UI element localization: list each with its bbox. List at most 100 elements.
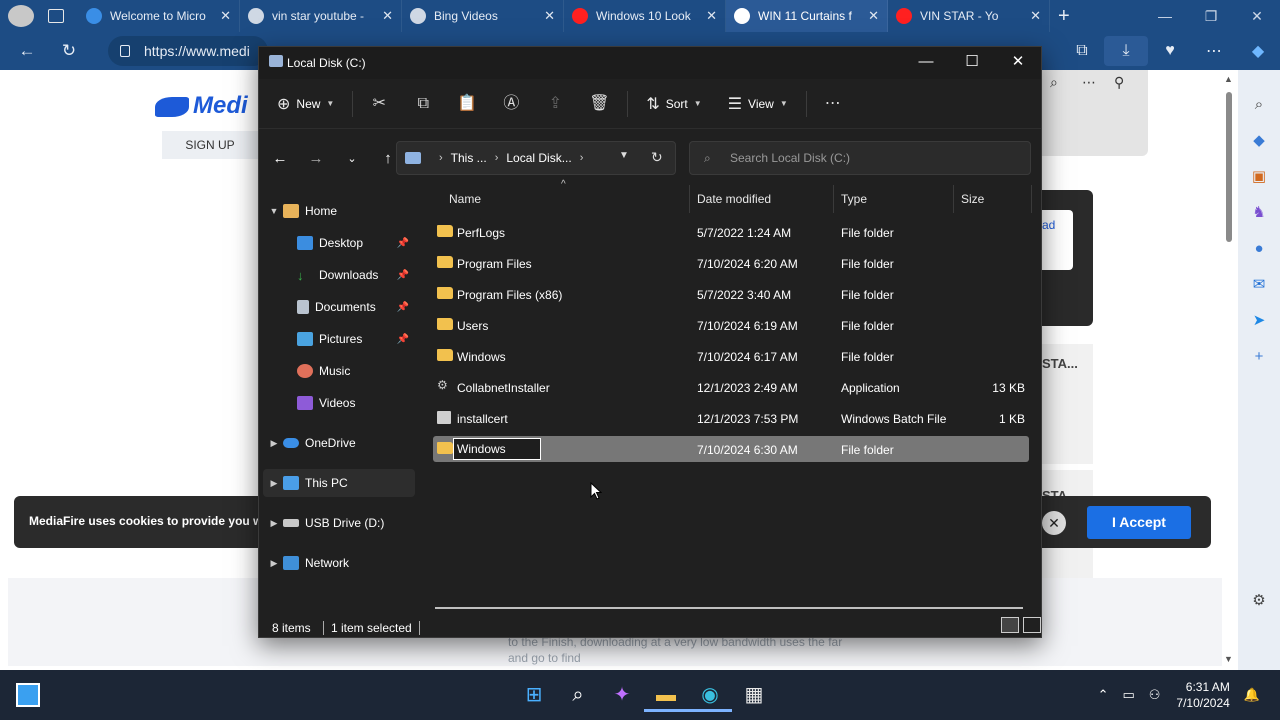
close-tab-icon[interactable]: ✕ <box>1030 8 1041 24</box>
column-divider[interactable] <box>1031 185 1032 213</box>
pin-icon[interactable]: 📌 <box>397 334 409 345</box>
copy-icon[interactable]: ⧉ <box>405 87 441 121</box>
url-field[interactable]: https://www.medi <box>108 36 268 66</box>
widgets-icon[interactable] <box>16 683 40 707</box>
nav-item-network[interactable]: ▶ Network <box>263 549 415 577</box>
file-row[interactable]: installcert 12/1/2023 7:53 PM Windows Batc… <box>433 405 1029 431</box>
explorer-title-bar[interactable]: Local Disk (C:) — ☐ ✕ <box>259 47 1041 79</box>
recent-locations-icon[interactable]: ⌄ <box>337 152 367 165</box>
notification-icon[interactable]: 🔔 <box>1244 687 1260 703</box>
vertical-tabs-icon[interactable] <box>48 9 64 23</box>
close-tab-icon[interactable]: ✕ <box>382 8 393 24</box>
file-row[interactable]: Windows 7/10/2024 6:17 AM File folder <box>433 343 1029 369</box>
add-icon[interactable]: + <box>1248 346 1270 368</box>
forward-icon[interactable]: → <box>301 150 331 167</box>
nav-item-this-pc[interactable]: ▶ This PC <box>263 469 415 497</box>
file-row[interactable]: Program Files 7/10/2024 6:20 AM File folde… <box>433 250 1029 276</box>
file-row[interactable]: ⚙ CollabnetInstaller 12/1/2023 2:49 AM Appl… <box>433 374 1029 400</box>
cookie-close-icon[interactable]: ✕ <box>1042 511 1066 535</box>
profile-avatar[interactable] <box>8 5 34 27</box>
display-icon[interactable]: ▭ <box>1122 687 1134 703</box>
pin-icon[interactable]: 📌 <box>397 238 409 249</box>
nav-item-pictures[interactable]: Pictures 📌 <box>263 325 415 353</box>
paste-icon[interactable]: 📋 <box>449 87 485 121</box>
cut-icon[interactable]: ✂ <box>361 87 397 121</box>
file-row[interactable]: Users 7/10/2024 6:19 AM File folder <box>433 312 1029 338</box>
browser-tab[interactable]: VIN STAR - Yo ✕ <box>888 0 1050 32</box>
mediafire-logo[interactable]: Medi <box>155 92 248 120</box>
new-tab-icon[interactable]: + <box>1058 5 1070 28</box>
close-tab-icon[interactable]: ✕ <box>706 8 717 24</box>
edge-icon[interactable]: ◉ <box>688 678 732 712</box>
network-icon[interactable]: ⚇ <box>1149 687 1161 703</box>
nav-item-home[interactable]: ▼ Home <box>263 197 415 225</box>
copilot-icon[interactable]: ● <box>1248 238 1270 260</box>
pin-icon[interactable]: 📌 <box>397 270 409 281</box>
nav-item-desktop[interactable]: Desktop 📌 <box>263 229 415 257</box>
details-view-icon[interactable] <box>1001 617 1019 633</box>
nav-item-usb-drive[interactable]: ▶ USB Drive (D:) <box>263 509 415 537</box>
file-row[interactable]: Program Files (x86) 5/7/2022 3:40 AM File … <box>433 281 1029 307</box>
file-explorer-icon[interactable]: ▬ <box>644 678 688 712</box>
browser-tab[interactable]: WIN 11 Curtains f ✕ <box>726 0 888 32</box>
breadcrumb-local-disk[interactable]: Local Disk... <box>506 151 571 165</box>
chevron-right-icon[interactable]: ▶ <box>265 558 283 569</box>
outlook-icon[interactable]: ✉ <box>1248 274 1270 296</box>
maximize-icon[interactable]: ❐ <box>1188 0 1234 32</box>
search-icon[interactable]: ⌕ <box>1050 74 1058 91</box>
nav-item-videos[interactable]: Videos <box>263 389 415 417</box>
signup-button[interactable]: SIGN UP <box>162 131 258 159</box>
performance-icon[interactable]: ♥ <box>1148 42 1192 60</box>
refresh-icon[interactable]: ↻ <box>651 149 663 166</box>
chevron-right-icon[interactable]: ▶ <box>265 518 283 529</box>
more-icon[interactable]: ⋯ <box>1192 41 1236 61</box>
share-icon[interactable]: ⇪ <box>537 87 573 121</box>
search-icon[interactable]: ⌕ <box>556 678 600 712</box>
accept-cookies-button[interactable]: I Accept <box>1087 506 1191 539</box>
more-icon[interactable]: ⋯ <box>1082 74 1096 91</box>
chevron-down-icon[interactable]: ▼ <box>619 150 629 161</box>
column-divider[interactable] <box>833 185 834 213</box>
briefcase-icon[interactable]: ▣ <box>1248 166 1270 188</box>
games-icon[interactable]: ♞ <box>1248 202 1270 224</box>
delete-icon[interactable]: 🗑 <box>581 87 617 121</box>
back-icon[interactable]: ← <box>12 41 42 61</box>
chevron-down-icon[interactable]: ▼ <box>265 206 283 216</box>
breadcrumb-this-pc[interactable]: This ... <box>451 151 487 165</box>
downloads-icon[interactable]: ⤓ <box>1104 36 1148 66</box>
copilot-icon[interactable]: ✦ <box>600 678 644 712</box>
tag-icon[interactable]: ◆ <box>1248 130 1270 152</box>
chevron-right-icon[interactable]: ▶ <box>265 478 283 489</box>
search-icon[interactable]: ⌕ <box>1248 94 1270 116</box>
view-button[interactable]: ☰ View ▼ <box>720 87 796 121</box>
refresh-icon[interactable]: ↻ <box>54 41 84 61</box>
column-size[interactable]: Size <box>961 192 984 206</box>
scroll-up-icon[interactable]: ▲ <box>1224 74 1233 84</box>
browser-tab[interactable]: Welcome to Micro ✕ <box>78 0 240 32</box>
maximize-icon[interactable]: ☐ <box>949 47 995 79</box>
collections-icon[interactable]: ⧉ <box>1060 42 1104 60</box>
settings-icon[interactable]: ⚙ <box>1248 590 1270 612</box>
download-card-label[interactable]: ad <box>1042 210 1073 270</box>
nav-item-documents[interactable]: Documents 📌 <box>263 293 415 321</box>
column-type[interactable]: Type <box>841 192 867 206</box>
sort-button[interactable]: ⇅ Sort ▼ <box>638 87 709 121</box>
store-icon[interactable]: ▦ <box>732 678 776 712</box>
chevron-up-icon[interactable]: ⌃ <box>1098 687 1109 703</box>
nav-item-music[interactable]: Music <box>263 357 415 385</box>
file-row[interactable]: Windows 7/10/2024 6:30 AM File folder <box>433 436 1029 462</box>
more-options-icon[interactable]: ⋯ <box>815 87 851 121</box>
pin-icon[interactable]: 📌 <box>397 302 409 313</box>
close-tab-icon[interactable]: ✕ <box>868 8 879 24</box>
clock[interactable]: 6:31 AM 7/10/2024 <box>1176 679 1229 711</box>
pin-icon[interactable]: ⚲ <box>1114 74 1124 91</box>
browser-tab[interactable]: vin star youtube - ✕ <box>240 0 402 32</box>
close-tab-icon[interactable]: ✕ <box>220 8 231 24</box>
scroll-down-icon[interactable]: ▼ <box>1224 654 1233 664</box>
minimize-icon[interactable]: — <box>903 47 949 79</box>
chevron-right-icon[interactable]: ▶ <box>265 438 283 449</box>
minimize-icon[interactable]: — <box>1142 0 1188 32</box>
browser-tab[interactable]: Windows 10 Look ✕ <box>564 0 726 32</box>
close-icon[interactable]: ✕ <box>1234 0 1280 32</box>
column-date-modified[interactable]: Date modified <box>697 192 771 206</box>
